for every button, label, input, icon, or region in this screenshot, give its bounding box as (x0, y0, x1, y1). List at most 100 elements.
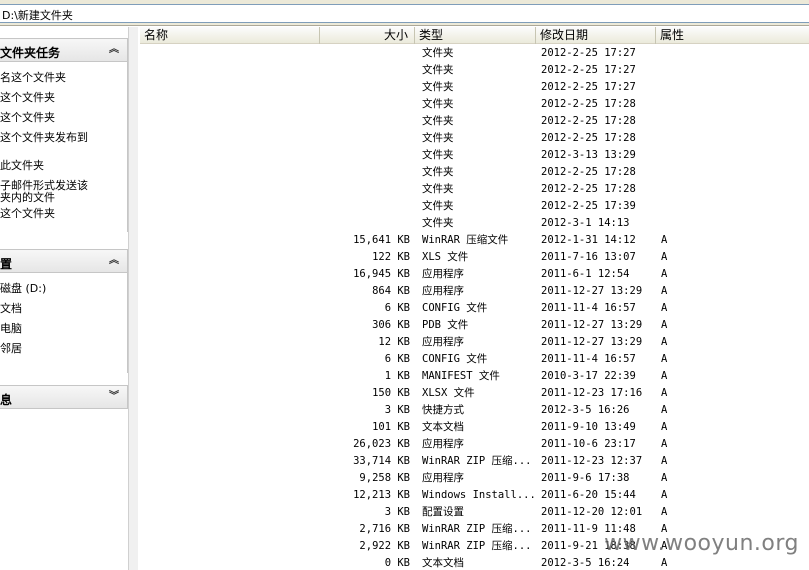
file-row[interactable]: access.log101 KB文本文档2011-9-10 13:49A (140, 419, 809, 436)
file-type: 文件夹 (422, 183, 454, 195)
file-date: 2011-12-23 17:16 (541, 387, 643, 399)
file-row[interactable]: espos.v40b.backend.stan...3 KB配置设置2011-1… (140, 504, 809, 521)
file-size: 12,213 KB (353, 489, 410, 501)
file-size: 6 KB (384, 353, 410, 365)
file-list: 名称 大小 类型 修改日期 属性 三星文件夹2012-2-25 17:27商能快… (140, 27, 809, 570)
column-attributes[interactable]: 属性 (656, 27, 809, 44)
file-row[interactable]: 201201网购盘点 - 快捷方式3 KB快捷方式2012-3-5 16:26A (140, 402, 809, 419)
other-places-header[interactable]: 置 ︽ (0, 249, 128, 273)
task-rename-folder[interactable]: 名这个文件夹 (0, 72, 66, 84)
file-size: 6 KB (384, 302, 410, 314)
column-size[interactable]: 大小 (320, 27, 415, 44)
other-places-title: 置 (0, 257, 13, 271)
file-date: 2011-6-1 12:54 (541, 268, 630, 280)
watermark: www.wooyun.org (604, 531, 799, 556)
place-my-documents[interactable]: 文档 (0, 303, 22, 315)
file-row[interactable]: EastFax Client 基础版 6...12,213 KBWindows … (140, 487, 809, 504)
file-row[interactable]: 360buy.pdb306 KBPDB 文件2011-12-27 13:29A (140, 317, 809, 334)
file-row[interactable]: 360buy.vshost.exe12 KB应用程序2011-12-27 13:… (140, 334, 809, 351)
file-date: 2012-2-25 17:27 (541, 64, 636, 76)
file-size: 1 KB (384, 370, 410, 382)
details-title: 息 (0, 393, 13, 407)
file-size: 33,714 KB (353, 455, 410, 467)
file-row[interactable]: 主板驱动文件夹2012-2-25 17:39 (140, 198, 809, 215)
folder-tasks-title: 文件夹任务 (0, 46, 61, 60)
task-delete-folder[interactable]: 这个文件夹 (0, 208, 55, 220)
file-type: PDB 文件 (422, 319, 469, 331)
file-type: WinRAR ZIP 压缩... (422, 455, 532, 467)
place-network[interactable]: 邻居 (0, 343, 22, 355)
address-bar: D:\新建文件夹 (0, 0, 809, 26)
place-local-disk[interactable]: 磁盘 (D:) (0, 283, 46, 295)
collapse-chevron-icon[interactable]: ︽ (107, 43, 121, 57)
column-header: 名称 大小 类型 修改日期 属性 (140, 27, 809, 44)
file-type: WinRAR 压缩文件 (422, 234, 509, 246)
collapse-chevron-icon[interactable]: ︽ (107, 254, 121, 268)
file-date: 2011-9-6 17:38 (541, 472, 630, 484)
file-date: 2012-2-25 17:28 (541, 98, 636, 110)
file-row[interactable]: 新建文件夹文件夹2012-2-25 17:28 (140, 164, 809, 181)
file-type: 文本文档 (422, 557, 464, 569)
file-attributes: A (661, 472, 668, 484)
folder-tasks-body: 名这个文件夹 这个文件夹 这个文件夹 这个文件夹发布到 此文件夹 子邮件形式发送… (0, 62, 128, 232)
file-row[interactable]: 8-11未验货1.xls122 KBXLS 文件2011-7-16 13:07A (140, 249, 809, 266)
file-type: 文件夹 (422, 64, 454, 76)
column-name[interactable]: 名称 (140, 27, 320, 44)
file-row[interactable]: Acerbjbwxwkqd.zip33,714 KBWinRAR ZIP 压缩.… (140, 453, 809, 470)
task-pane: 文件夹任务 ︽ 名这个文件夹 这个文件夹 这个文件夹 这个文件夹发布到 此文件夹… (0, 27, 138, 570)
file-attributes: A (661, 319, 668, 331)
pane-divider[interactable] (128, 27, 138, 570)
file-type: 应用程序 (422, 472, 464, 484)
file-type: CONFIG 文件 (422, 302, 488, 314)
file-row[interactable]: f.txt0 KB文本文档2012-3-5 16:24A (140, 555, 809, 570)
file-row[interactable]: AccessDatabaseEngine.exe26,023 KB应用程序201… (140, 436, 809, 453)
file-row[interactable]: 360buy.exe864 KB应用程序2011-12-27 13:29A (140, 283, 809, 300)
file-row[interactable]: 360buy.vshost.exe.config6 KBCONFIG 文件201… (140, 351, 809, 368)
file-date: 2011-11-4 16:57 (541, 353, 636, 365)
file-date: 2012-2-25 17:39 (541, 200, 636, 212)
folder-tasks-header[interactable]: 文件夹任务 ︽ (0, 38, 128, 62)
task-move-folder[interactable]: 这个文件夹 (0, 92, 55, 104)
column-date[interactable]: 修改日期 (536, 27, 656, 44)
file-type: WinRAR ZIP 压缩... (422, 540, 532, 552)
address-input[interactable]: D:\新建文件夹 (0, 4, 809, 23)
file-type: XLS 文件 (422, 251, 469, 263)
file-type: CONFIG 文件 (422, 353, 488, 365)
file-row[interactable]: 设置主页文件夹2012-2-25 17:27 (140, 79, 809, 96)
file-row[interactable]: 360buy.vshost.exe.manifest1 KBMANIFEST 文… (140, 368, 809, 385)
file-type: 文件夹 (422, 81, 454, 93)
details-header[interactable]: 息 ︾ (0, 385, 128, 409)
file-row[interactable]: 淘宝DLL文件夹2012-2-25 17:28 (140, 113, 809, 130)
task-email-folder-cont[interactable]: 夹内的文件 (0, 192, 55, 204)
file-size: 150 KB (372, 387, 410, 399)
file-attributes: A (661, 285, 668, 297)
file-size: 2,716 KB (359, 523, 410, 535)
file-date: 2012-2-25 17:28 (541, 115, 636, 127)
file-date: 2011-12-23 12:37 (541, 455, 643, 467)
file-row[interactable]: 网购组杨文件夹2012-3-13 13:29 (140, 147, 809, 164)
file-date: 2011-12-27 13:29 (541, 285, 643, 297)
file-size: 2,922 KB (359, 540, 410, 552)
file-row[interactable]: IKG_20110701_HD.rar15,641 KBWinRAR 压缩文件2… (140, 232, 809, 249)
file-row[interactable]: 123.exe16,945 KB应用程序2011-6-1 12:54A (140, 266, 809, 283)
file-row[interactable]: 远程协助文件夹2012-2-25 17:28 (140, 181, 809, 198)
file-row[interactable]: 条形码文件夹2012-2-25 17:28 (140, 130, 809, 147)
expand-chevron-icon[interactable]: ︾ (107, 390, 121, 404)
file-attributes: A (661, 353, 668, 365)
task-copy-folder[interactable]: 这个文件夹 (0, 112, 55, 124)
task-publish-folder[interactable]: 这个文件夹发布到 (0, 132, 88, 144)
file-attributes: A (661, 302, 668, 314)
task-share-folder[interactable]: 此文件夹 (0, 160, 44, 172)
file-type: 配置设置 (422, 506, 464, 518)
file-attributes: A (661, 421, 668, 433)
file-row[interactable]: 三星文件夹2012-2-25 17:27 (140, 45, 809, 62)
place-my-computer[interactable]: 电脑 (0, 323, 22, 335)
file-row[interactable]: 商能快易呀文件夹2012-2-25 17:27 (140, 62, 809, 79)
column-type[interactable]: 类型 (415, 27, 536, 44)
file-row[interactable]: 2011官网数据.xlsx150 KBXLSX 文件2011-12-23 17:… (140, 385, 809, 402)
file-row[interactable]: 字体文件夹2012-3-1 14:13 (140, 215, 809, 232)
file-row[interactable]: 360buy.exe.config6 KBCONFIG 文件2011-11-4 … (140, 300, 809, 317)
file-date: 2011-12-27 13:29 (541, 319, 643, 331)
file-row[interactable]: DG_2011SP1_2090U.exe9,258 KB应用程序2011-9-6… (140, 470, 809, 487)
file-row[interactable]: 输入法文件夹2012-2-25 17:28 (140, 96, 809, 113)
